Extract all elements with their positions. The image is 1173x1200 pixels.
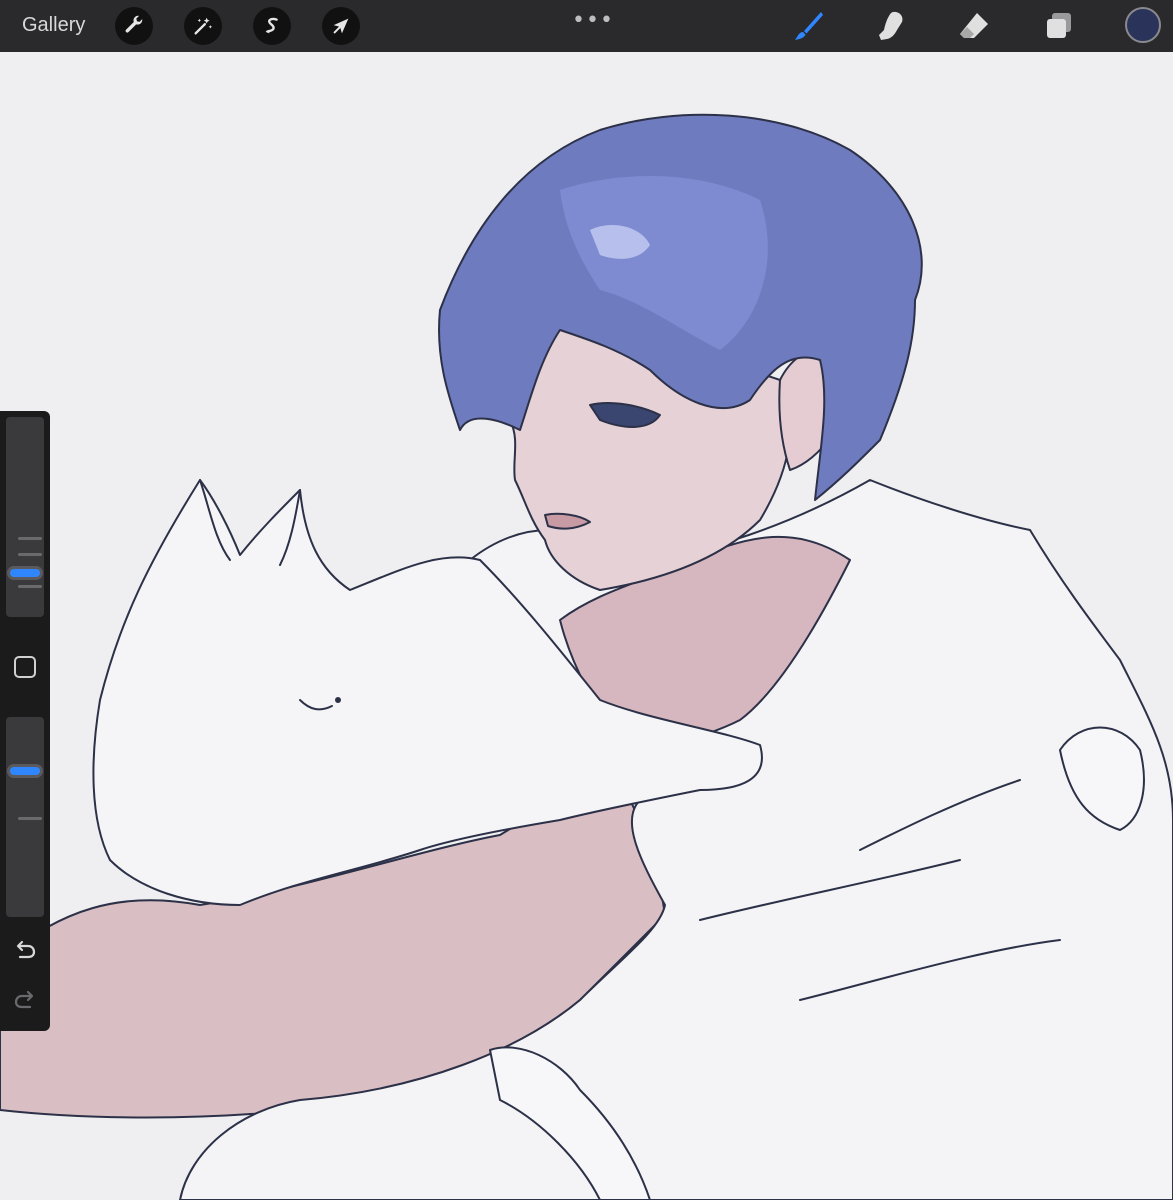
color-swatch-button[interactable] — [1125, 7, 1161, 43]
brush-size-slider[interactable] — [6, 417, 44, 617]
adjustments-button[interactable] — [184, 7, 222, 45]
brush-size-slider-knob[interactable] — [10, 569, 40, 577]
wrench-icon — [125, 15, 143, 33]
selection-s-icon — [265, 17, 278, 34]
transform-button[interactable] — [322, 7, 360, 45]
slider-tick — [18, 537, 42, 540]
opacity-slider[interactable] — [6, 717, 44, 917]
gallery-button[interactable]: Gallery — [22, 14, 85, 37]
redo-icon — [14, 990, 34, 1009]
redo-button[interactable] — [12, 989, 38, 1011]
opacity-slider-knob[interactable] — [10, 767, 40, 775]
arrow-cursor-icon — [333, 18, 349, 34]
brush-tool-button[interactable] — [789, 8, 827, 44]
magic-wand-icon — [194, 17, 213, 35]
more-options-button[interactable]: ••• — [572, 8, 614, 33]
layers-icon — [1047, 13, 1071, 38]
smudge-tool-button[interactable] — [872, 8, 910, 44]
undo-button[interactable] — [12, 939, 38, 961]
layers-button[interactable] — [1040, 8, 1078, 44]
slider-tick — [18, 817, 42, 820]
brush-icon — [795, 12, 823, 40]
slider-tick — [18, 585, 42, 588]
actions-button[interactable] — [115, 7, 153, 45]
side-toolbar — [0, 411, 50, 1031]
square-modifier-icon[interactable] — [14, 656, 36, 678]
slider-tick — [18, 553, 42, 556]
top-toolbar: Gallery ••• — [0, 0, 1173, 52]
undo-icon — [16, 940, 36, 959]
selection-button[interactable] — [253, 7, 291, 45]
eraser-tool-button[interactable] — [955, 8, 993, 44]
smudge-finger-icon — [879, 11, 903, 40]
drawing-canvas[interactable] — [0, 52, 1173, 1200]
eraser-icon — [960, 13, 988, 38]
